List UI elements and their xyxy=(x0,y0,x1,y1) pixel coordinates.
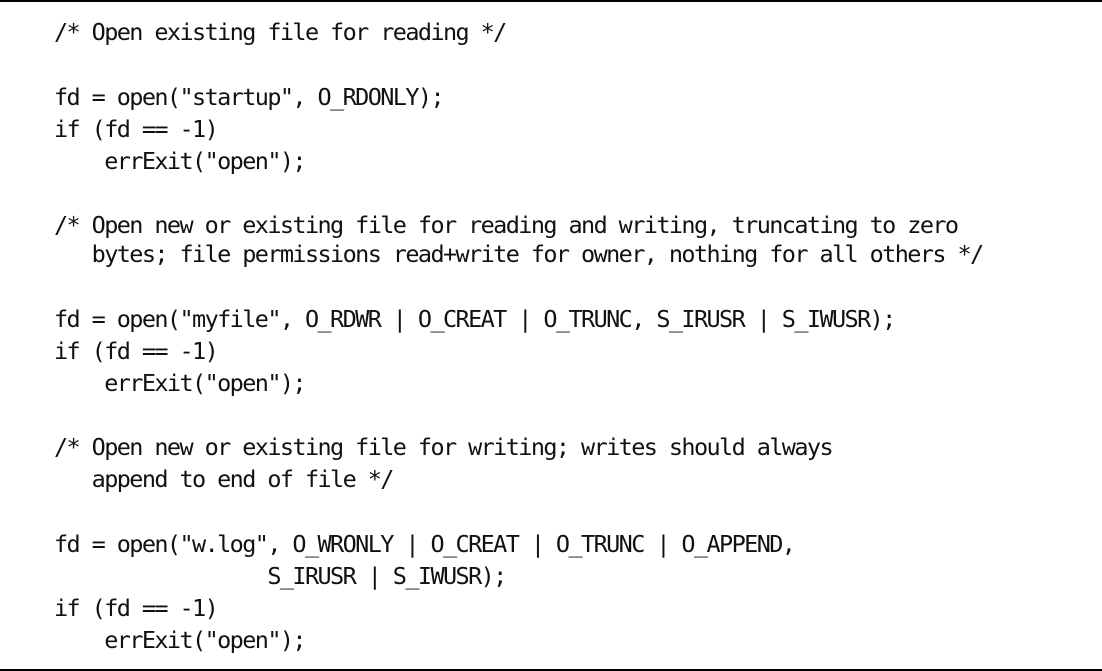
code-line: errExit("open"); xyxy=(54,147,306,175)
code-line: /* Open new or existing file for reading… xyxy=(54,211,959,239)
code-line: fd = open("w.log", O_WRONLY | O_CREAT | … xyxy=(54,530,796,558)
code-line: errExit("open"); xyxy=(54,626,306,654)
code-line: if (fd == -1) xyxy=(54,337,219,365)
code-line: /* Open new or existing file for writing… xyxy=(54,433,834,461)
code-line: if (fd == -1) xyxy=(54,115,219,143)
code-line: fd = open("startup", O_RDONLY); xyxy=(54,83,445,111)
code-line: fd = open("myfile", O_RDWR | O_CREAT | O… xyxy=(54,305,896,333)
code-line: if (fd == -1) xyxy=(54,594,219,622)
code-line: errExit("open"); xyxy=(54,369,306,397)
code-line: /* Open existing file for reading */ xyxy=(54,18,507,46)
code-line: append to end of file */ xyxy=(54,465,395,493)
code-line: S_IRUSR | S_IWUSR); xyxy=(54,562,507,590)
code-line: bytes; file permissions read+write for o… xyxy=(54,240,985,268)
code-listing: /* Open existing file for reading */ fd … xyxy=(0,0,1102,671)
